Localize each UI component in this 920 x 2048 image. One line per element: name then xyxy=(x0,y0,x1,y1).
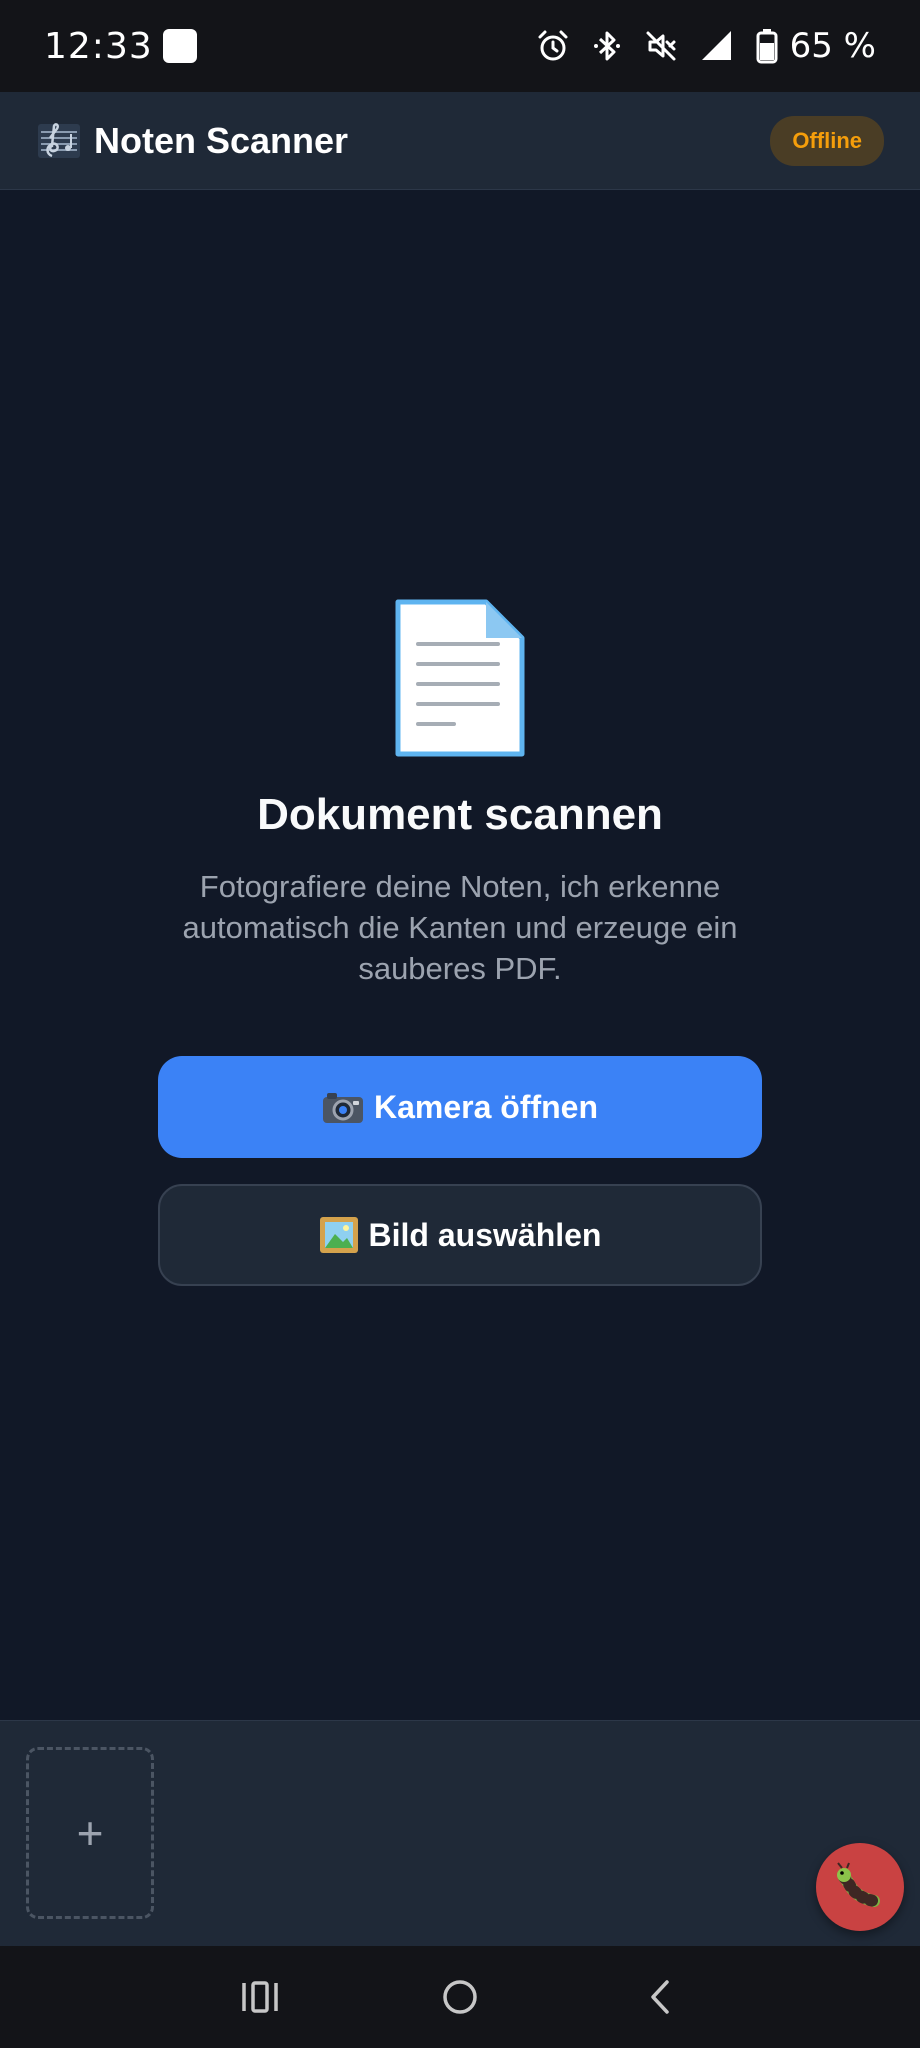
add-page-symbol: + xyxy=(76,1807,104,1859)
app-title: Noten Scanner xyxy=(94,119,349,161)
page-description: Fotografiere deine Noten, ich erkenne au… xyxy=(182,869,738,986)
notification-icon xyxy=(162,29,197,63)
home-button[interactable] xyxy=(390,1957,530,2037)
music-score-icon xyxy=(38,122,80,158)
scan-empty-state: Dokument scannen Fotografiere deine Note… xyxy=(0,190,920,1720)
bug-icon xyxy=(837,1862,880,1907)
select-image-label: Bild auswählen xyxy=(368,1216,602,1253)
camera-icon xyxy=(322,1090,364,1124)
add-page-button[interactable]: + xyxy=(26,1747,154,1919)
document-icon xyxy=(395,599,525,757)
open-camera-label: Kamera öffnen xyxy=(373,1088,599,1125)
status-time: 12:33 xyxy=(44,25,153,67)
recent-apps-button[interactable] xyxy=(190,1957,330,2037)
signal-icon xyxy=(701,31,731,60)
home-icon xyxy=(443,1980,477,2014)
battery-percent: 65 % xyxy=(789,26,876,66)
bug-report-button[interactable] xyxy=(816,1843,904,1931)
system-nav-bar xyxy=(0,1946,920,2048)
offline-status-badge: Offline xyxy=(770,115,884,166)
app-screen: 12:33 65 % Noten Scanner Offline Dokumen… xyxy=(0,0,920,2048)
open-camera-button[interactable]: Kamera öffnen xyxy=(158,1056,762,1158)
page-thumbnail-tray: + xyxy=(0,1720,920,1946)
back-icon xyxy=(651,1980,669,2014)
alarm-icon xyxy=(538,30,568,61)
status-icons: 65 % xyxy=(536,26,876,66)
page-title: Dokument scannen xyxy=(257,790,663,839)
status-bar: 12:33 65 % xyxy=(0,0,920,92)
back-button[interactable] xyxy=(590,1957,730,2037)
picture-icon xyxy=(319,1216,359,1254)
bluetooth-icon xyxy=(593,31,620,61)
select-image-button[interactable]: Bild auswählen xyxy=(158,1184,762,1286)
mute-icon xyxy=(646,31,676,61)
battery-icon xyxy=(756,29,778,64)
app-header: Noten Scanner Offline xyxy=(0,92,920,190)
recent-apps-icon xyxy=(242,1981,278,2013)
